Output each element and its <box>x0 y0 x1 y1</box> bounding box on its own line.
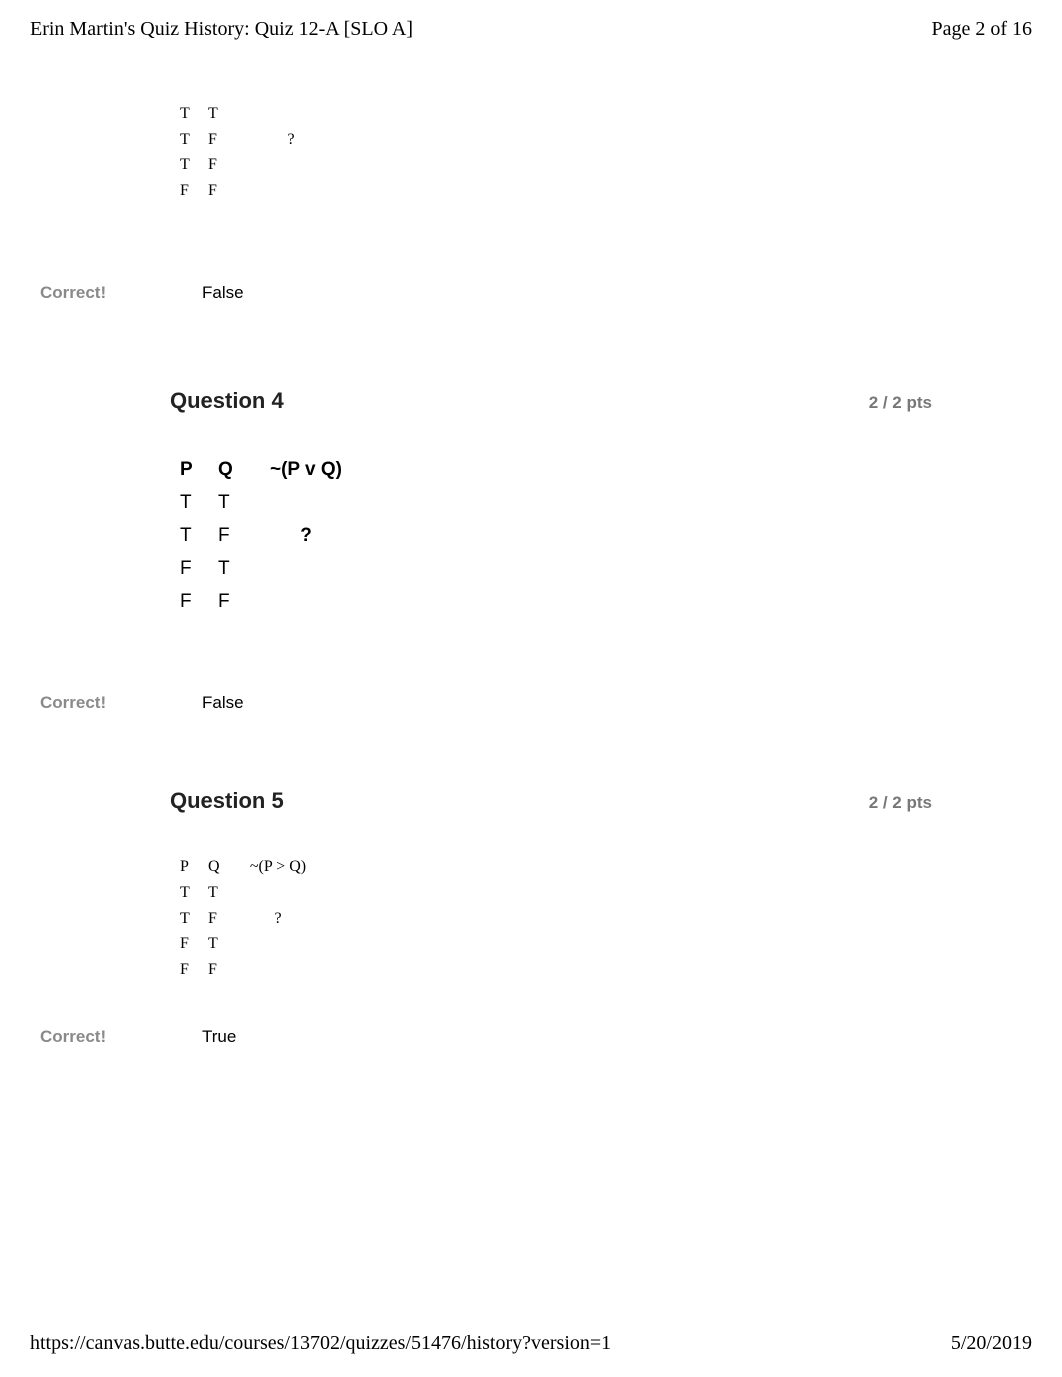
cell-q: T <box>208 931 236 957</box>
cell-q: F <box>208 906 236 932</box>
q5-answer: True <box>202 1027 236 1047</box>
cell-q: T <box>208 880 236 906</box>
cell-val: ? <box>256 525 356 547</box>
cell-val <box>256 558 356 580</box>
table-row: F F <box>180 957 932 983</box>
table-row: F T <box>180 931 932 957</box>
cell-q: F <box>208 957 236 983</box>
q3-correct-row: Correct! False <box>170 283 932 303</box>
cell-val <box>236 931 320 957</box>
cell-p: F <box>180 558 218 580</box>
table-row: F T <box>180 558 932 580</box>
question-5-title: Question 5 <box>170 788 284 814</box>
cell-p: T <box>180 525 218 547</box>
cell-val <box>236 880 320 906</box>
table-row: T T <box>180 492 932 514</box>
correct-badge: Correct! <box>40 1027 190 1047</box>
cell-p: F <box>180 591 218 613</box>
cell-p: T <box>180 127 208 153</box>
cell-p: F <box>180 931 208 957</box>
cell-q: F <box>208 127 236 153</box>
cell-q: T <box>218 558 256 580</box>
table-row: T F ? <box>180 127 932 153</box>
footer-url: https://canvas.butte.edu/courses/13702/q… <box>30 1332 611 1355</box>
header-page: Page 2 of 16 <box>931 18 1032 41</box>
table-row: T F <box>180 152 932 178</box>
q4-truth-table: P Q ~(P v Q) T T T F ? F T F F <box>180 459 932 613</box>
cell-p: T <box>180 152 208 178</box>
cell-val: ? <box>236 906 320 932</box>
col-q: Q <box>208 854 236 880</box>
table-row: F F <box>180 178 932 204</box>
cell-val <box>236 152 346 178</box>
question-4-header: Question 4 2 / 2 pts <box>170 388 932 414</box>
header-title: Erin Martin's Quiz History: Quiz 12-A [S… <box>30 18 413 41</box>
main-content: T T T F ? T F F F Correct! False Questio… <box>0 101 1062 1047</box>
question-4-points: 2 / 2 pts <box>869 393 932 413</box>
table-row: T T <box>180 880 932 906</box>
q4-correct-row: Correct! False <box>170 693 932 713</box>
question-5-points: 2 / 2 pts <box>869 793 932 813</box>
page-header: Erin Martin's Quiz History: Quiz 12-A [S… <box>0 0 1062 41</box>
col-expr: ~(P > Q) <box>236 854 320 880</box>
q5-truth-table: P Q ~(P > Q) T T T F ? F T F F <box>180 854 932 982</box>
cell-q: T <box>208 101 236 127</box>
cell-p: T <box>180 880 208 906</box>
q3-answer: False <box>202 283 244 303</box>
table-header: P Q ~(P > Q) <box>180 854 932 880</box>
cell-val <box>236 178 346 204</box>
correct-badge: Correct! <box>40 693 190 713</box>
table-row: T F ? <box>180 525 932 547</box>
col-p: P <box>180 854 208 880</box>
question-4-title: Question 4 <box>170 388 284 414</box>
cell-q: F <box>208 152 236 178</box>
table-row: T F ? <box>180 906 932 932</box>
q5-correct-row: Correct! True <box>170 1027 932 1047</box>
table-row: T T <box>180 101 932 127</box>
table-header: P Q ~(P v Q) <box>180 459 932 481</box>
col-p: P <box>180 459 218 481</box>
q4-answer: False <box>202 693 244 713</box>
cell-q: F <box>218 591 256 613</box>
footer-date: 5/20/2019 <box>951 1332 1032 1355</box>
cell-p: T <box>180 492 218 514</box>
cell-p: F <box>180 957 208 983</box>
page-footer: https://canvas.butte.edu/courses/13702/q… <box>0 1332 1062 1355</box>
cell-val <box>236 957 320 983</box>
col-q: Q <box>218 459 256 481</box>
cell-q: F <box>208 178 236 204</box>
cell-p: T <box>180 906 208 932</box>
cell-val: ? <box>236 127 346 153</box>
cell-p: T <box>180 101 208 127</box>
cell-val <box>236 101 346 127</box>
cell-q: F <box>218 525 256 547</box>
correct-badge: Correct! <box>40 283 190 303</box>
question-5-block: Question 5 2 / 2 pts P Q ~(P > Q) T T T … <box>170 788 932 982</box>
q3-truth-table: T T T F ? T F F F <box>180 101 932 203</box>
table-row: F F <box>180 591 932 613</box>
col-expr: ~(P v Q) <box>256 459 356 481</box>
cell-q: T <box>218 492 256 514</box>
cell-val <box>256 492 356 514</box>
question-5-header: Question 5 2 / 2 pts <box>170 788 932 814</box>
question-4-block: Question 4 2 / 2 pts P Q ~(P v Q) T T T … <box>170 388 932 613</box>
cell-val <box>256 591 356 613</box>
cell-p: F <box>180 178 208 204</box>
